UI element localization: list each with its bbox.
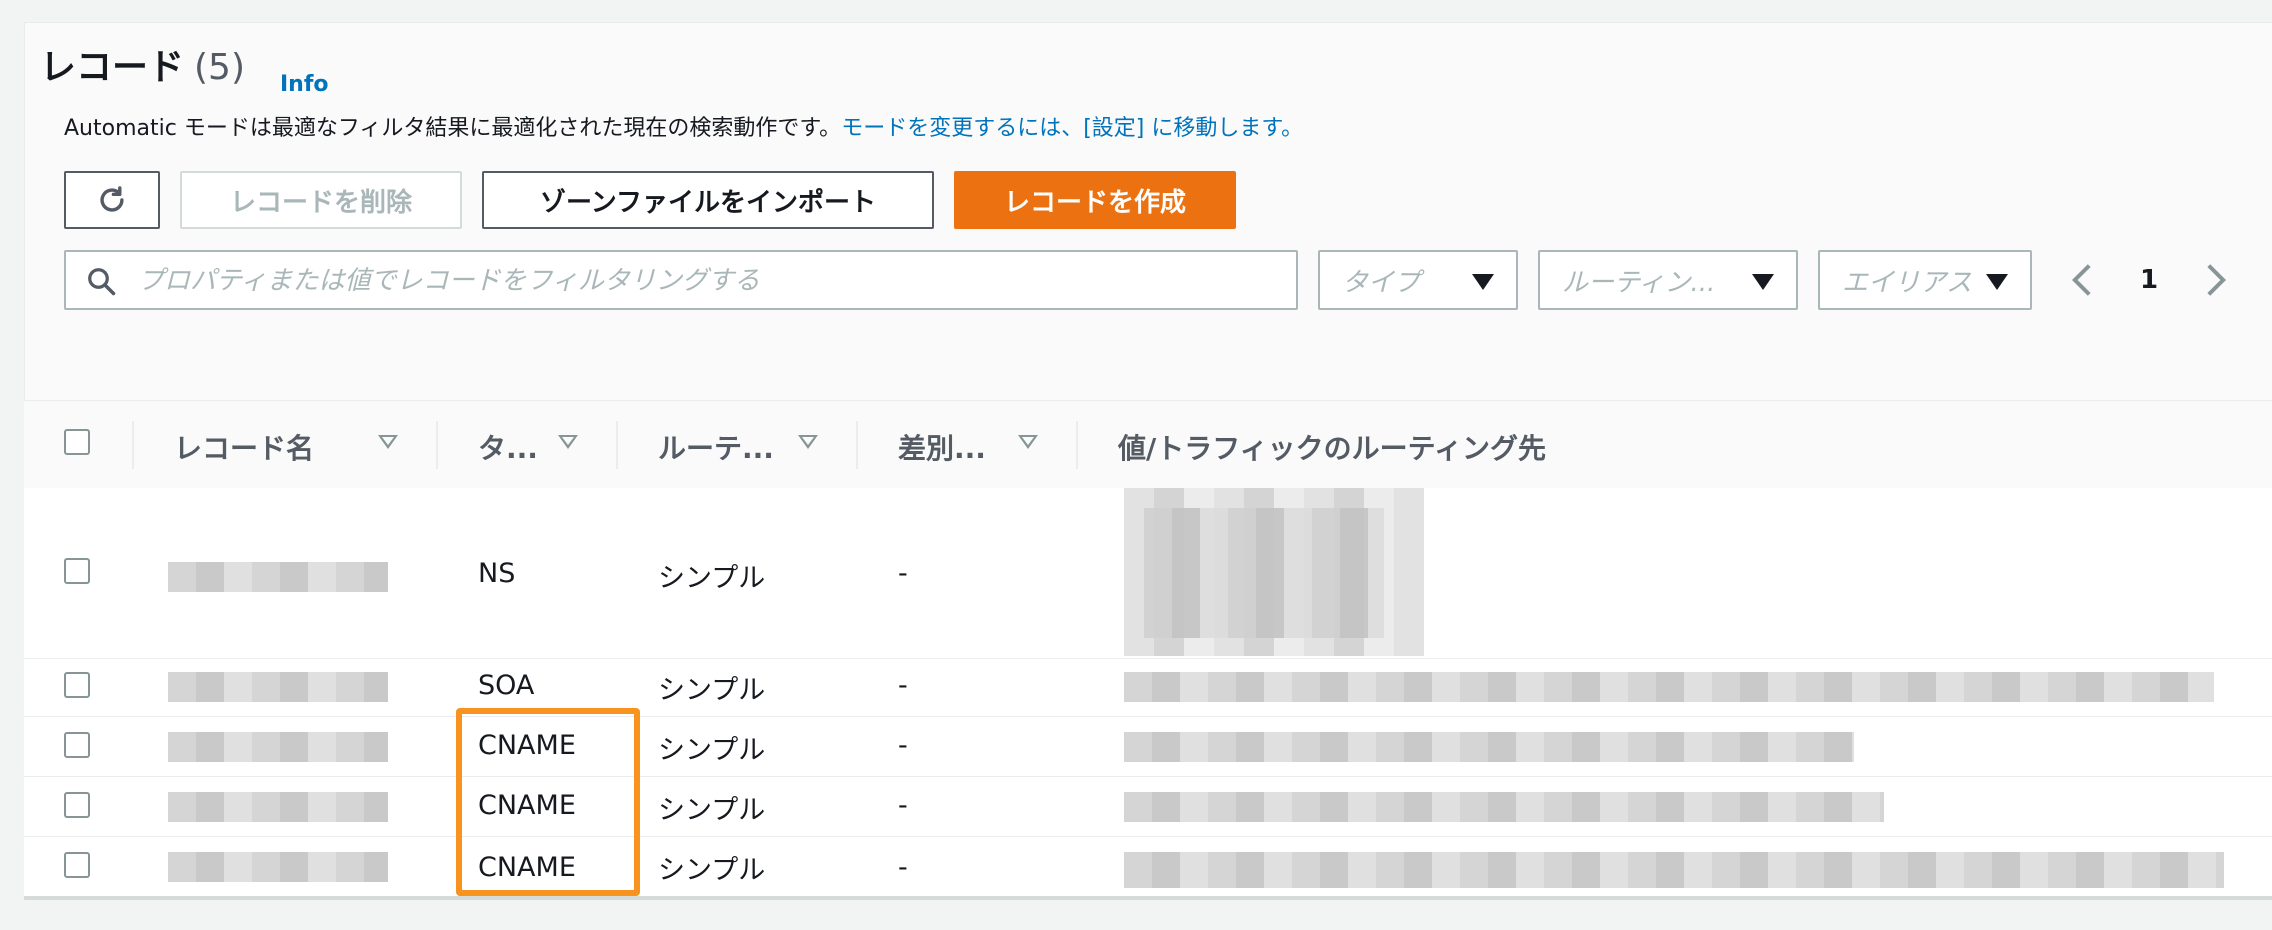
redacted-value [1124, 792, 1884, 822]
redacted-value [1124, 852, 2224, 888]
title-text: レコード [40, 47, 185, 88]
table-row[interactable]: CNAME シンプル - [24, 716, 2272, 777]
differentiator: - [898, 852, 908, 883]
refresh-icon [100, 186, 124, 212]
refresh-button[interactable] [64, 171, 160, 229]
caret-down-icon [1752, 274, 1774, 290]
info-link[interactable]: Info [280, 72, 329, 97]
sort-icon[interactable] [558, 435, 578, 449]
column-divider [436, 421, 438, 469]
import-zone-file-button[interactable]: ゾーンファイルをインポート [482, 171, 934, 229]
pagination: 1 [2070, 250, 2228, 310]
column-header-record-name[interactable]: レコード名 [174, 427, 314, 467]
description-text: Automatic モードは最適なフィルタ結果に最適化された現在の検索動作です。 [64, 116, 842, 141]
record-type: SOA [478, 670, 535, 701]
sort-icon[interactable] [1018, 435, 1038, 449]
row-checkbox[interactable] [64, 792, 90, 818]
column-divider [856, 421, 858, 469]
redacted-value [1144, 508, 1384, 638]
differentiator: - [898, 730, 908, 761]
differentiator: - [898, 558, 908, 589]
column-divider [616, 421, 618, 469]
search-mode-description: Automatic モードは最適なフィルタ結果に最適化された現在の検索動作です。… [64, 110, 1303, 142]
column-divider [1076, 421, 1078, 469]
alias-filter-label: エイリアス [1842, 267, 1973, 298]
page-title: レコード (5) [40, 38, 245, 90]
table-row[interactable]: CNAME シンプル - [24, 836, 2272, 897]
search-icon [88, 268, 116, 296]
differentiator: - [898, 670, 908, 701]
search-input[interactable] [136, 260, 1280, 302]
chevron-right-icon[interactable] [2204, 262, 2228, 298]
routing-policy: シンプル [658, 795, 766, 826]
type-filter-select[interactable]: タイプ [1318, 250, 1518, 310]
column-header-differentiator[interactable]: 差別... [898, 427, 986, 467]
column-header-routing[interactable]: ルーテ... [658, 427, 774, 467]
redacted-value [1124, 732, 1854, 762]
row-checkbox[interactable] [64, 558, 90, 584]
row-checkbox[interactable] [64, 852, 90, 878]
sort-icon[interactable] [378, 435, 398, 449]
routing-policy: シンプル [658, 675, 766, 706]
redacted-value [1124, 672, 2214, 702]
column-divider [132, 421, 134, 469]
cname-highlight-annotation [456, 708, 640, 896]
column-header-value[interactable]: 値/トラフィックのルーティング先 [1118, 427, 1546, 467]
table-row[interactable]: SOA シンプル - [24, 658, 2272, 717]
redacted-record-name [168, 562, 388, 592]
routing-policy: シンプル [658, 563, 766, 594]
delete-record-button[interactable]: レコードを削除 [180, 171, 462, 229]
routing-policy: シンプル [658, 735, 766, 766]
table-row[interactable]: CNAME シンプル - [24, 776, 2272, 837]
table-body: NS シンプル - SOA シンプル - CNAME シンプル - CNAME … [24, 488, 2272, 900]
record-count: (5) [194, 47, 246, 88]
table-bottom-border [24, 896, 2272, 900]
routing-filter-select[interactable]: ルーティン... [1538, 250, 1798, 310]
column-header-type[interactable]: タ... [478, 427, 538, 467]
chevron-left-icon[interactable] [2070, 262, 2094, 298]
redacted-record-name [168, 792, 388, 822]
alias-filter-select[interactable]: エイリアス [1818, 250, 2032, 310]
table-row[interactable]: NS シンプル - [24, 488, 2272, 659]
caret-down-icon [1472, 274, 1494, 290]
type-filter-label: タイプ [1342, 267, 1421, 298]
sort-icon[interactable] [798, 435, 818, 449]
row-checkbox[interactable] [64, 732, 90, 758]
differentiator: - [898, 790, 908, 821]
redacted-record-name [168, 732, 388, 762]
record-type: NS [478, 558, 516, 589]
current-page[interactable]: 1 [2140, 265, 2158, 295]
search-box[interactable] [64, 250, 1298, 310]
redacted-record-name [168, 672, 388, 702]
select-all-checkbox[interactable] [64, 429, 90, 455]
row-checkbox[interactable] [64, 672, 90, 698]
redacted-record-name [168, 852, 388, 882]
settings-link[interactable]: モードを変更するには、[設定] に移動します。 [841, 116, 1303, 141]
caret-down-icon [1986, 274, 2008, 290]
routing-policy: シンプル [658, 855, 766, 886]
table-header: レコード名 タ... ルーテ... 差別... 値/トラフィックのルーティング先 [24, 400, 2272, 490]
routing-filter-label: ルーティン... [1562, 267, 1716, 298]
create-record-button[interactable]: レコードを作成 [954, 171, 1236, 229]
